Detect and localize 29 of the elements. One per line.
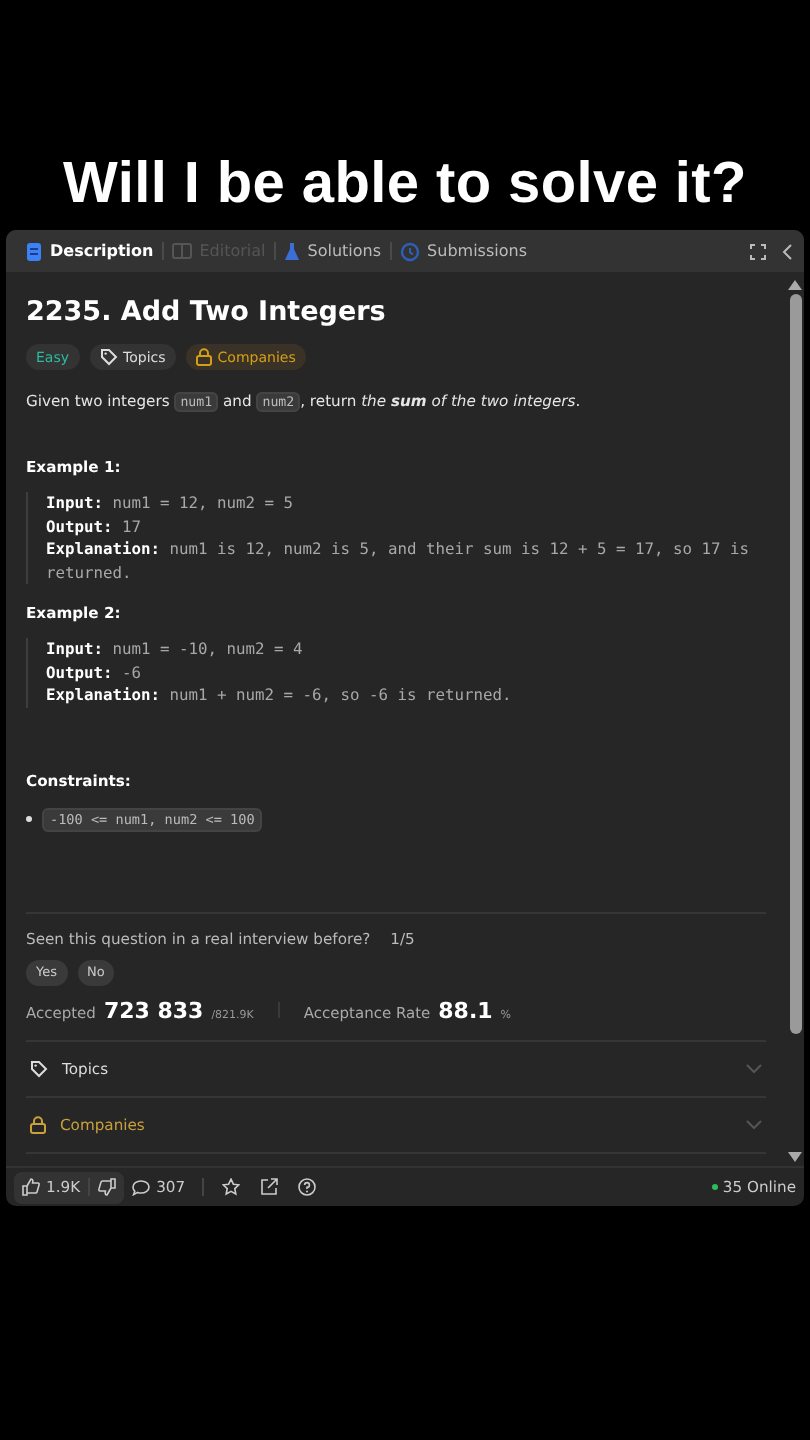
chevron-icon bbox=[746, 1119, 762, 1129]
comment-icon bbox=[132, 1179, 151, 1195]
accepted-count: 723 833 bbox=[103, 997, 204, 1023]
thumbs-up-icon bbox=[22, 1178, 40, 1196]
tag-icon bbox=[30, 1059, 48, 1077]
acceptance-rate: 88.1 bbox=[438, 997, 493, 1023]
history-icon bbox=[399, 241, 420, 261]
document-icon bbox=[26, 241, 42, 261]
scrollbar-thumb[interactable] bbox=[789, 294, 801, 1034]
flask-icon bbox=[283, 241, 300, 261]
help-icon[interactable] bbox=[297, 1178, 316, 1196]
book-icon bbox=[171, 242, 192, 260]
online-dot bbox=[712, 1184, 719, 1190]
star-icon[interactable] bbox=[221, 1178, 240, 1196]
thumbs-down-icon bbox=[98, 1178, 117, 1196]
scroll-up-icon[interactable] bbox=[788, 280, 802, 290]
chevron-icon bbox=[746, 1063, 762, 1073]
tab[interactable]: Description bbox=[18, 241, 162, 261]
lock-icon bbox=[30, 1115, 46, 1133]
collapse-icon[interactable] bbox=[782, 243, 792, 259]
share-icon[interactable] bbox=[259, 1178, 278, 1196]
lock-icon bbox=[195, 348, 212, 366]
tag-icon bbox=[99, 348, 118, 366]
problem-title: 2235. Add Two Integers bbox=[26, 296, 388, 328]
scroll-down-icon[interactable] bbox=[788, 1152, 802, 1162]
maximize-icon[interactable] bbox=[750, 243, 766, 259]
tab[interactable]: Solutions bbox=[275, 241, 390, 261]
tab[interactable]: Submissions bbox=[391, 241, 535, 261]
video-caption: Will I be able to solve it? bbox=[61, 152, 749, 218]
